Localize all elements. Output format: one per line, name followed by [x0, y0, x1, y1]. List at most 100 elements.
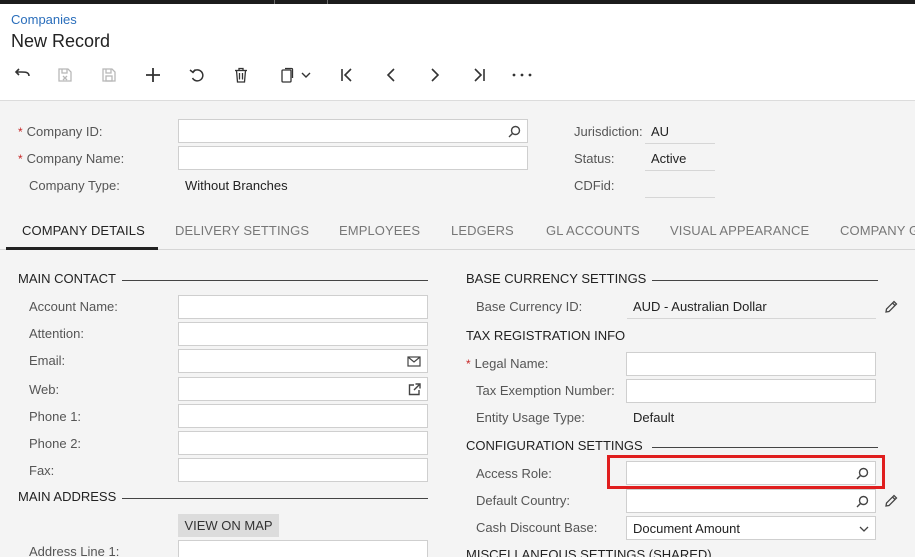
legal-name-input[interactable]: [626, 352, 876, 376]
clipboard-icon: [281, 67, 294, 83]
field-underline: [645, 143, 715, 144]
section-divider: [122, 280, 428, 281]
delete-button[interactable]: [229, 62, 253, 88]
undo-button[interactable]: [185, 62, 209, 88]
company-type-label: Company Type:: [29, 178, 120, 193]
company-id-input[interactable]: [178, 119, 528, 143]
account-name-label: Account Name:: [29, 299, 118, 314]
status-label: Status:: [574, 151, 615, 166]
tab-bar: Company Details Delivery Settings Employ…: [0, 213, 915, 250]
tab-employees[interactable]: Employees: [339, 223, 420, 238]
envelope-icon[interactable]: [407, 356, 421, 367]
breadcrumb[interactable]: Companies: [11, 12, 77, 27]
external-link-icon[interactable]: [408, 383, 421, 396]
default-country-label: Default Country:: [476, 493, 570, 508]
chevron-down-icon: [859, 526, 869, 532]
tab-visual-appearance[interactable]: Visual Appearance: [670, 223, 809, 238]
fax-label: Fax:: [29, 463, 55, 478]
save-close-icon: [58, 68, 72, 82]
configuration-title: Configuration Settings: [466, 438, 643, 453]
field-underline: [645, 197, 715, 198]
save-close-button[interactable]: [53, 62, 77, 88]
company-id-label: * Company ID:: [18, 124, 103, 139]
view-on-map-button[interactable]: View on Map: [178, 514, 279, 537]
entity-usage-label: Entity Usage Type:: [476, 410, 585, 425]
misc-settings-title: Miscellaneous Settings (Shared): [466, 547, 712, 557]
main-contact-title: Main Contact: [18, 271, 116, 286]
fax-input[interactable]: [178, 458, 428, 482]
add-button[interactable]: [141, 62, 165, 88]
active-tab-indicator: [6, 247, 158, 250]
email-input[interactable]: [178, 349, 428, 373]
previous-record-button[interactable]: [379, 62, 403, 88]
clipboard-menu-button[interactable]: [273, 62, 317, 88]
base-currency-id-label: Base Currency ID:: [476, 299, 583, 314]
more-icon: [512, 73, 532, 77]
pencil-icon[interactable]: [884, 494, 898, 508]
next-record-button[interactable]: [423, 62, 447, 88]
field-underline: [627, 318, 876, 319]
company-name-label: * Company Name:: [18, 151, 125, 166]
base-currency-title: Base Currency Settings: [466, 271, 647, 286]
jurisdiction-value: AU: [651, 124, 670, 139]
back-button[interactable]: [10, 62, 34, 88]
phone1-input[interactable]: [178, 404, 428, 428]
access-role-label: Access Role:: [476, 466, 552, 481]
required-marker: *: [18, 125, 23, 139]
company-name-input[interactable]: [178, 146, 528, 170]
next-record-icon: [431, 68, 440, 82]
address-line1-input[interactable]: [178, 540, 428, 557]
section-divider: [652, 447, 878, 448]
required-marker: *: [466, 357, 471, 371]
trash-icon: [235, 67, 247, 83]
more-button[interactable]: [510, 62, 534, 88]
entity-usage-value[interactable]: Default: [633, 410, 674, 425]
cash-discount-select[interactable]: Document Amount: [626, 516, 876, 540]
tax-exemption-label: Tax Exemption Number:: [476, 383, 615, 398]
phone2-label: Phone 2:: [29, 436, 82, 451]
field-underline: [645, 170, 715, 171]
status-value: Active: [651, 151, 687, 166]
tab-ledgers[interactable]: Ledgers: [451, 223, 514, 238]
chevron-down-icon: [301, 72, 311, 78]
access-role-highlight: [607, 455, 885, 489]
back-arrow-icon: [14, 68, 30, 77]
tax-registration-title: Tax Registration Info: [466, 328, 626, 343]
last-record-button[interactable]: [467, 62, 491, 88]
attention-input[interactable]: [178, 322, 428, 346]
page-title: New Record: [11, 31, 111, 51]
jurisdiction-label: Jurisdiction:: [574, 124, 643, 139]
company-type-value[interactable]: Without Branches: [185, 178, 288, 193]
account-name-input[interactable]: [178, 295, 428, 319]
tab-company-details[interactable]: Company Details: [22, 223, 145, 238]
tab-company-g[interactable]: Company G: [840, 223, 915, 238]
save-button[interactable]: [97, 62, 121, 88]
main-address-title: Main Address: [18, 489, 117, 504]
cash-discount-label: Cash Discount Base:: [476, 520, 598, 535]
pencil-icon[interactable]: [884, 300, 898, 314]
previous-record-icon: [386, 68, 395, 82]
tab-gl-accounts[interactable]: GL Accounts: [546, 223, 640, 238]
required-marker: *: [18, 152, 23, 166]
search-icon[interactable]: [508, 125, 521, 138]
attention-label: Attention:: [29, 326, 84, 341]
base-currency-id-value[interactable]: AUD - Australian Dollar: [633, 299, 767, 314]
last-record-icon: [474, 68, 485, 82]
phone2-input[interactable]: [178, 431, 428, 455]
web-label: Web:: [29, 382, 60, 397]
address-line1-label: Address Line 1:: [29, 544, 120, 557]
email-label: Email:: [29, 353, 66, 368]
first-record-button[interactable]: [335, 62, 359, 88]
form-header: Companies New Record: [0, 4, 915, 101]
cdfid-label: CDFid:: [574, 178, 615, 193]
toolbar: [0, 62, 560, 88]
web-input[interactable]: [178, 377, 428, 401]
tab-delivery-settings[interactable]: Delivery Settings: [175, 223, 309, 238]
tax-exemption-input[interactable]: [626, 379, 876, 403]
search-icon[interactable]: [856, 495, 869, 508]
undo-icon: [189, 69, 204, 82]
phone1-label: Phone 1:: [29, 409, 82, 424]
section-divider: [652, 280, 878, 281]
plus-icon: [146, 68, 160, 82]
default-country-input[interactable]: [626, 489, 876, 513]
